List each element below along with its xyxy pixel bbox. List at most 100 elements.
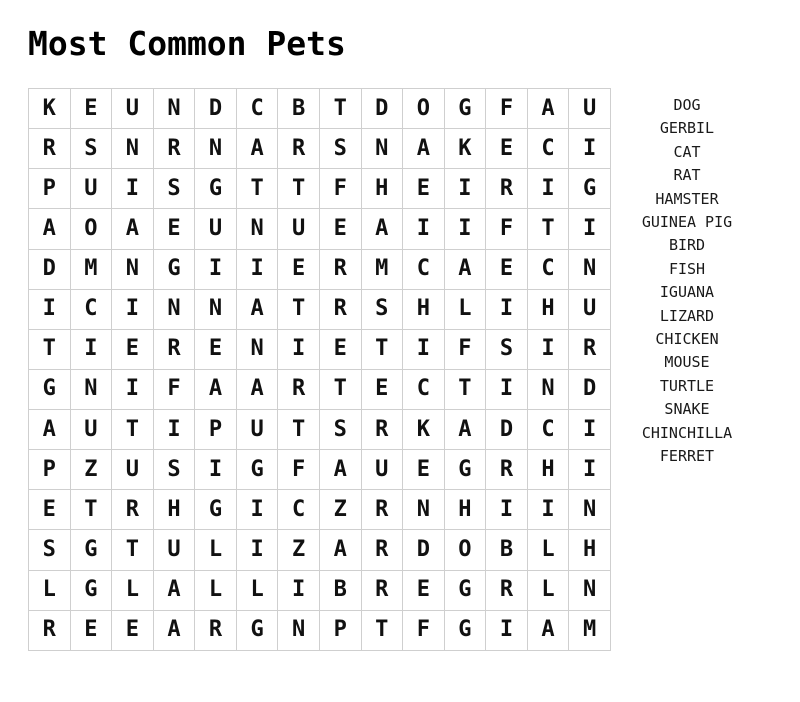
grid-cell[interactable]: D	[360, 87, 404, 130]
word-list-item[interactable]: TURTLE	[607, 375, 767, 398]
grid-cell[interactable]: L	[28, 569, 71, 611]
grid-cell[interactable]: G	[235, 609, 279, 651]
grid-cell[interactable]: N	[111, 248, 154, 290]
grid-cell[interactable]: I	[568, 208, 611, 250]
grid-cell[interactable]: E	[402, 168, 445, 210]
grid-cell[interactable]: I	[235, 489, 279, 531]
grid-cell[interactable]: O	[69, 208, 113, 250]
grid-cell[interactable]: C	[526, 248, 570, 290]
grid-cell[interactable]: T	[360, 609, 404, 651]
word-list-item[interactable]: SNAKE	[607, 398, 767, 421]
word-list-item[interactable]: BIRD	[607, 234, 767, 257]
grid-cell[interactable]: S	[69, 128, 113, 170]
grid-cell[interactable]: R	[360, 529, 404, 571]
grid-cell[interactable]: N	[235, 328, 279, 370]
grid-cell[interactable]: H	[443, 489, 487, 531]
grid-cell[interactable]: B	[485, 529, 528, 571]
grid-cell[interactable]: A	[111, 208, 154, 250]
grid-cell[interactable]: H	[568, 529, 611, 571]
grid-cell[interactable]: I	[526, 328, 570, 370]
grid-cell[interactable]: I	[526, 168, 570, 210]
grid-cell[interactable]: R	[318, 248, 362, 290]
grid-cell[interactable]: I	[277, 328, 320, 370]
grid-cell[interactable]: M	[568, 609, 611, 651]
grid-cell[interactable]: A	[194, 368, 237, 411]
grid-cell[interactable]: B	[318, 569, 362, 611]
grid-cell[interactable]: U	[360, 449, 404, 491]
word-list-item[interactable]: GERBIL	[607, 117, 767, 140]
grid-cell[interactable]: E	[69, 609, 113, 651]
grid-cell[interactable]: R	[568, 328, 611, 370]
grid-cell[interactable]: N	[111, 128, 154, 170]
grid-cell[interactable]: N	[568, 489, 611, 531]
word-search-grid[interactable]: KEUNDCBTDOGFAURSNRNARSNAKECIPUISGTTFHEIR…	[28, 87, 611, 651]
grid-cell[interactable]: I	[194, 248, 237, 290]
grid-cell[interactable]: C	[526, 408, 570, 451]
grid-cell[interactable]: R	[485, 569, 528, 611]
grid-cell[interactable]: R	[360, 569, 404, 611]
grid-cell[interactable]: U	[111, 449, 154, 491]
grid-cell[interactable]: G	[194, 489, 237, 531]
grid-cell[interactable]: R	[111, 489, 154, 531]
grid-cell[interactable]: F	[318, 168, 362, 210]
grid-cell[interactable]: T	[235, 168, 279, 210]
grid-cell[interactable]: E	[318, 328, 362, 370]
grid-cell[interactable]: K	[402, 408, 445, 451]
grid-cell[interactable]: D	[28, 248, 71, 290]
grid-cell[interactable]: U	[152, 529, 196, 571]
grid-cell[interactable]: I	[69, 328, 113, 370]
grid-cell[interactable]: T	[277, 408, 320, 451]
word-list-item[interactable]: CAT	[607, 141, 767, 164]
grid-cell[interactable]: L	[194, 569, 237, 611]
word-list-item[interactable]: CHICKEN	[607, 328, 767, 351]
grid-cell[interactable]: T	[360, 328, 404, 370]
grid-cell[interactable]: R	[28, 128, 71, 170]
grid-cell[interactable]: A	[152, 569, 196, 611]
grid-cell[interactable]: A	[28, 408, 71, 451]
grid-cell[interactable]: I	[485, 609, 528, 651]
grid-cell[interactable]: T	[318, 87, 362, 130]
grid-cell[interactable]: L	[235, 569, 279, 611]
grid-cell[interactable]: E	[152, 208, 196, 250]
grid-cell[interactable]: G	[443, 609, 487, 651]
grid-cell[interactable]: I	[568, 449, 611, 491]
grid-cell[interactable]: S	[152, 168, 196, 210]
grid-cell[interactable]: I	[111, 288, 154, 330]
grid-cell[interactable]: F	[277, 449, 320, 491]
grid-cell[interactable]: T	[111, 529, 154, 571]
grid-cell[interactable]: M	[69, 248, 113, 290]
grid-cell[interactable]: A	[402, 128, 445, 170]
grid-cell[interactable]: H	[402, 288, 445, 330]
grid-cell[interactable]: E	[111, 609, 154, 651]
grid-cell[interactable]: A	[152, 609, 196, 651]
grid-cell[interactable]: E	[28, 489, 71, 531]
word-list-item[interactable]: IGUANA	[607, 281, 767, 304]
grid-cell[interactable]: Z	[69, 449, 113, 491]
word-list-item[interactable]: CHINCHILLA	[607, 422, 767, 445]
grid-cell[interactable]: L	[443, 288, 487, 330]
grid-cell[interactable]: D	[194, 87, 237, 130]
grid-cell[interactable]: T	[69, 489, 113, 531]
grid-cell[interactable]: E	[318, 208, 362, 250]
grid-cell[interactable]: N	[277, 609, 320, 651]
grid-cell[interactable]: U	[194, 208, 237, 250]
grid-cell[interactable]: I	[277, 569, 320, 611]
word-list-item[interactable]: GUINEA PIG	[607, 211, 767, 234]
grid-cell[interactable]: A	[235, 288, 279, 330]
grid-cell[interactable]: R	[485, 168, 528, 210]
grid-cell[interactable]: I	[443, 208, 487, 250]
grid-cell[interactable]: U	[235, 408, 279, 451]
grid-cell[interactable]: H	[360, 168, 404, 210]
grid-cell[interactable]: R	[360, 489, 404, 531]
grid-cell[interactable]: G	[69, 529, 113, 571]
grid-cell[interactable]: A	[235, 368, 279, 411]
grid-cell[interactable]: U	[568, 87, 611, 130]
grid-cell[interactable]: R	[485, 449, 528, 491]
grid-cell[interactable]: T	[318, 368, 362, 411]
grid-cell[interactable]: N	[568, 569, 611, 611]
grid-cell[interactable]: G	[69, 569, 113, 611]
grid-cell[interactable]: K	[443, 128, 487, 170]
grid-cell[interactable]: N	[194, 288, 237, 330]
word-list-item[interactable]: FERRET	[607, 445, 767, 468]
word-list-item[interactable]: HAMSTER	[607, 188, 767, 211]
